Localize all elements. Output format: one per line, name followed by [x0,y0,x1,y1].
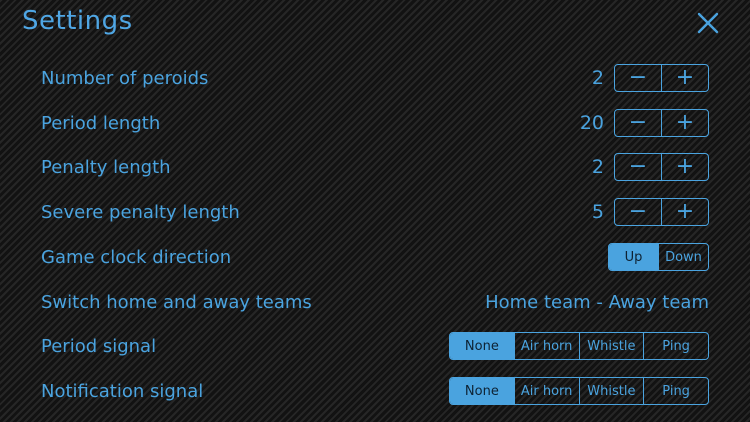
close-icon[interactable] [695,10,721,36]
switch-teams-button[interactable]: Home team - Away team [485,292,709,313]
decrement-button[interactable]: − [615,65,661,91]
setting-label: Number of peroids [41,67,209,89]
setting-label: Period signal [41,335,157,357]
period-signal-segmented-control: None Air horn Whistle Ping [449,332,709,360]
setting-label: Game clock direction [41,246,232,268]
period-signal-option-none[interactable]: None [450,333,514,359]
setting-label: Penalty length [41,156,171,178]
increment-button[interactable]: + [661,154,708,180]
notification-signal-option-ping[interactable]: Ping [643,378,708,404]
clock-direction-segmented-control: Up Down [608,243,709,271]
setting-label: Severe penalty length [41,201,240,223]
page-title: Settings [22,6,133,36]
period-length-stepper: − + [614,109,709,137]
penalty-length-stepper: − + [614,153,709,181]
decrement-button[interactable]: − [615,154,661,180]
decrement-button[interactable]: − [615,199,661,225]
period-signal-option-air-horn[interactable]: Air horn [513,333,579,359]
setting-row-notification-signal: Notification signal None Air horn Whistl… [41,376,709,406]
increment-button[interactable]: + [661,65,708,91]
periods-stepper: − + [614,64,709,92]
decrement-button[interactable]: − [615,110,661,136]
setting-row-switch-teams: Switch home and away teams Home team - A… [41,287,709,317]
increment-button[interactable]: + [661,110,708,136]
period-signal-option-whistle[interactable]: Whistle [578,333,644,359]
notification-signal-option-air-horn[interactable]: Air horn [513,378,579,404]
setting-row-periods: Number of peroids 2 − + [41,63,709,93]
setting-row-period-length: Period length 20 − + [41,108,709,138]
setting-label: Switch home and away teams [41,291,312,313]
clock-direction-option-down[interactable]: Down [658,244,708,270]
period-signal-option-ping[interactable]: Ping [643,333,708,359]
setting-row-severe-penalty: Severe penalty length 5 − + [41,197,709,227]
clock-direction-option-up[interactable]: Up [609,244,658,270]
setting-label: Notification signal [41,380,204,402]
periods-value: 2 [591,67,604,89]
notification-signal-option-whistle[interactable]: Whistle [578,378,644,404]
setting-label: Period length [41,112,161,134]
notification-signal-segmented-control: None Air horn Whistle Ping [449,377,709,405]
severe-penalty-value: 5 [591,201,604,223]
setting-row-clock-direction: Game clock direction Up Down [41,242,709,272]
period-length-value: 20 [579,112,604,134]
severe-penalty-stepper: − + [614,198,709,226]
setting-row-period-signal: Period signal None Air horn Whistle Ping [41,331,709,361]
setting-row-penalty-length: Penalty length 2 − + [41,152,709,182]
increment-button[interactable]: + [661,199,708,225]
penalty-length-value: 2 [591,156,604,178]
notification-signal-option-none[interactable]: None [450,378,514,404]
